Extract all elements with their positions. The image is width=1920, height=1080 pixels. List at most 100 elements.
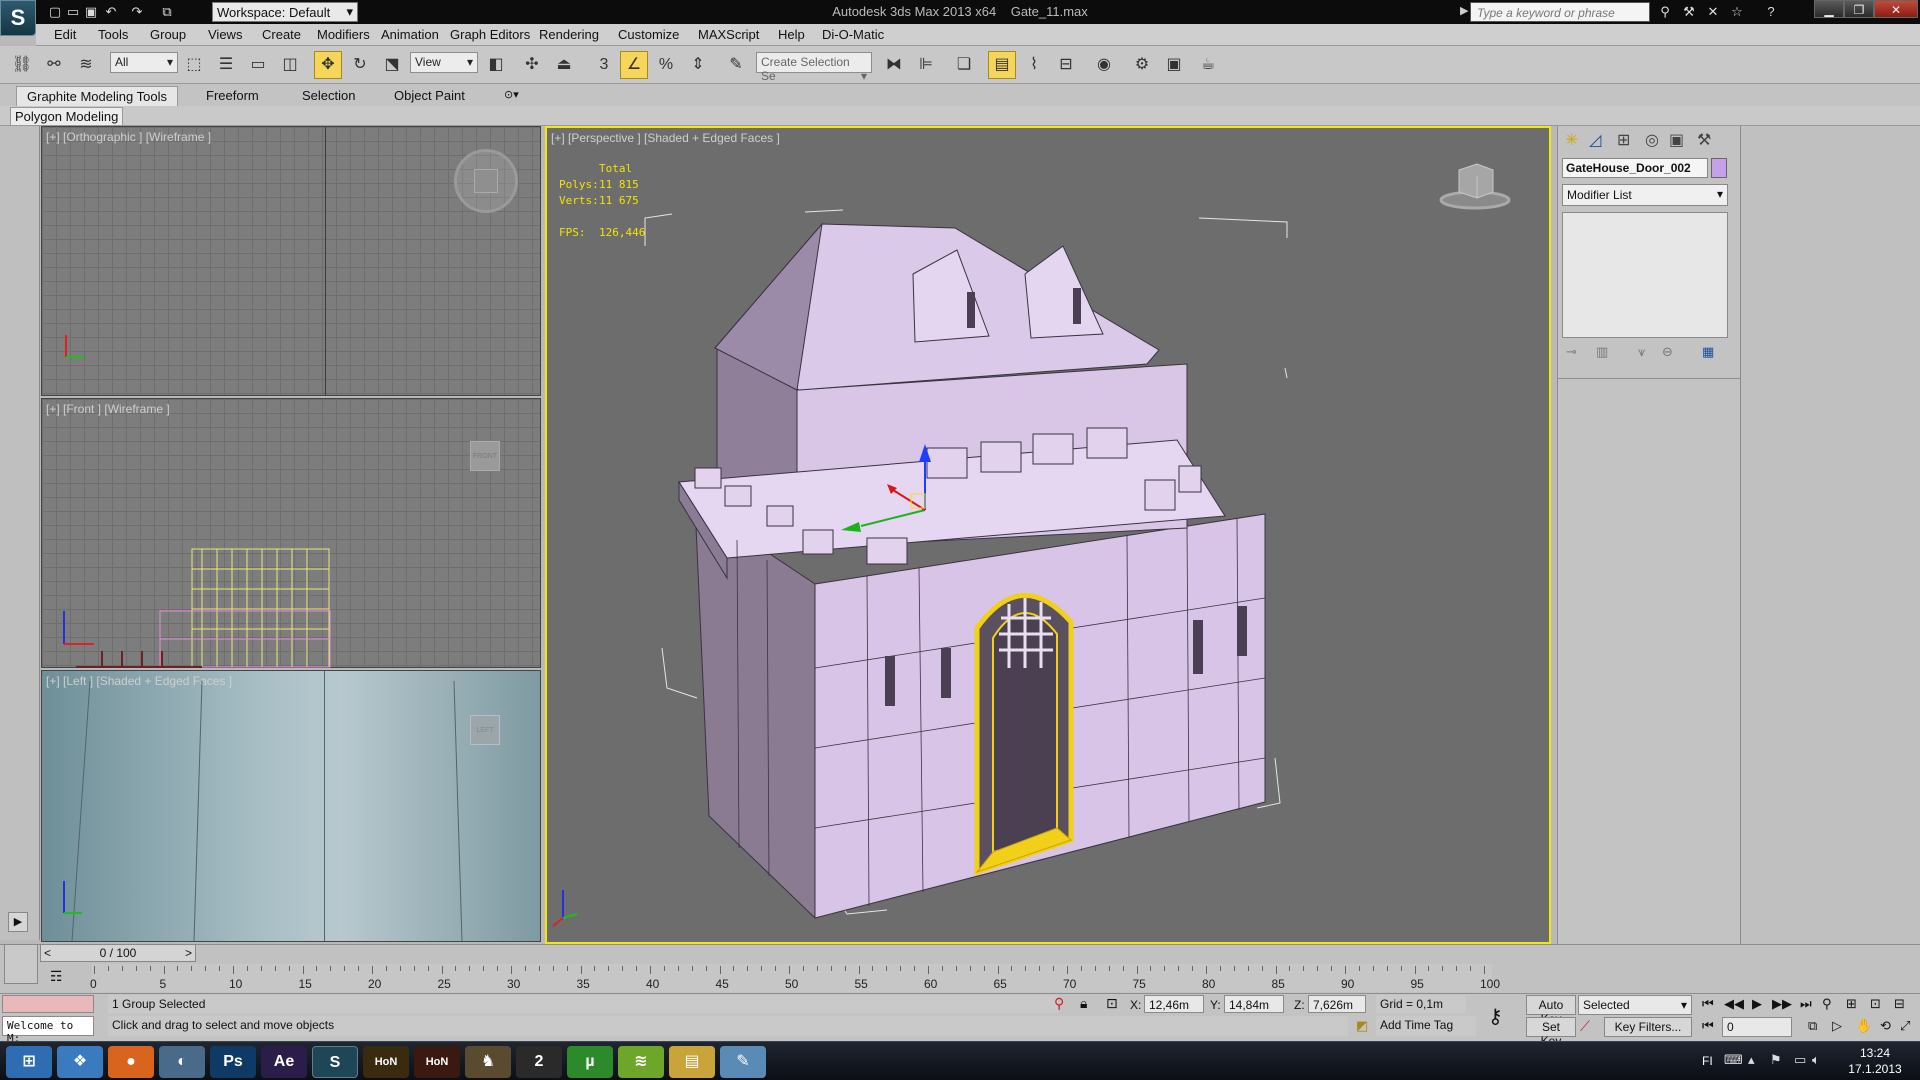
help-icon[interactable]: ? [1762,3,1780,21]
current-frame-field[interactable]: 0 [1722,1017,1792,1037]
snaps-toggle-icon[interactable]: 3 [590,51,618,79]
play-forward-icon[interactable]: ▶ [8,912,28,932]
viewport-perspective[interactable]: [+] [Perspective ] [Shaded + Edged Faces… [545,126,1551,944]
key-mode-dropdown[interactable]: Selected ▾ [1578,995,1692,1015]
key-filters-button[interactable]: Key Filters... [1604,1017,1692,1037]
hon-test-icon[interactable]: HoN [414,1046,460,1078]
material-editor-icon[interactable]: ◉ [1090,51,1118,79]
utilities-tab-icon[interactable]: ⚒ [1697,130,1711,150]
maximize-button[interactable]: ❐ [1844,0,1874,18]
layer-manager-icon[interactable]: ❏ [950,51,978,79]
zoom-all-icon[interactable]: ⊞ [1846,996,1857,1012]
selection-lock-icon[interactable]: 🔒︎ [1080,995,1087,1012]
notepad-icon[interactable]: ✎ [720,1046,766,1078]
viewport-label[interactable]: [+] [Orthographic ] [Wireframe ] [46,130,211,144]
auto-key-button[interactable]: Auto Key [1526,995,1576,1026]
close-button[interactable]: ✕ [1874,0,1918,18]
device-icon[interactable]: ▭ [1794,1052,1806,1068]
zoom-extents-icon[interactable]: ⊡ [1870,996,1881,1012]
tab-selection[interactable]: Selection [292,86,365,106]
object-color-swatch[interactable] [1711,158,1727,178]
edit-named-selection-icon[interactable]: ✎ [722,51,750,79]
communication-icon[interactable]: ✕ [1704,3,1722,21]
create-tab-icon[interactable]: ✳ [1565,130,1578,150]
bind-space-warp-icon[interactable]: ≋ [72,51,100,79]
media-player-icon[interactable]: ◐ [159,1046,205,1078]
object-name-field[interactable]: GateHouse_Door_002 [1562,158,1708,178]
game-character-icon[interactable]: ♞ [465,1046,511,1078]
play-icon[interactable]: ▶ [1752,996,1762,1012]
curve-editor-icon[interactable]: ⌇ [1020,51,1048,79]
isolate-selection-icon[interactable]: ⚲ [1054,995,1064,1012]
rendered-frame-window-icon[interactable]: ▣ [1160,51,1188,79]
minimize-button[interactable]: ▁ [1814,0,1844,18]
search-expand-icon[interactable]: ▶ [1460,4,1468,17]
spotify-icon[interactable]: ≋ [618,1046,664,1078]
go-to-start-icon[interactable]: ⏮ [1702,996,1714,1012]
viewcube-icon[interactable] [454,149,518,213]
menu-create[interactable]: Create [262,27,301,42]
field-of-view-icon[interactable]: ▷ [1832,1018,1842,1034]
modify-tab-icon[interactable]: ◿ [1589,130,1601,150]
modifier-stack[interactable] [1562,212,1728,338]
set-key-icon[interactable]: ⟋ [1580,1018,1590,1035]
window-crossing-icon[interactable]: ◫ [276,51,304,79]
selection-filter-dropdown[interactable]: All ▾ [110,52,178,73]
menu-help[interactable]: Help [778,27,805,42]
select-by-name-icon[interactable]: ☰ [212,51,240,79]
key-mode-icon[interactable]: ⚷ [1488,1004,1503,1029]
z-coordinate-field[interactable]: 7,626m [1308,995,1366,1013]
menu-customize[interactable]: Customize [618,27,679,42]
motion-tab-icon[interactable]: ◎ [1645,130,1659,150]
maxscript-listener-pink[interactable] [2,995,94,1013]
x-coordinate-field[interactable]: 12,46m [1144,995,1204,1013]
photoshop-icon[interactable]: Ps [210,1046,256,1078]
zoom-extents-all-icon[interactable]: ⊟ [1894,996,1905,1012]
unlink-icon[interactable]: ⚯ [40,51,68,79]
select-and-rotate-icon[interactable]: ↻ [346,51,374,79]
tab-object-paint[interactable]: Object Paint [384,86,475,106]
menu-maxscript[interactable]: MAXScript [698,27,759,42]
tab-freeform[interactable]: Freeform [196,86,269,106]
binoculars-icon[interactable]: ⚲ [1656,3,1674,21]
maximize-viewport-icon[interactable]: ⤢ [1900,1018,1910,1034]
save-icon[interactable]: ▣ [82,3,100,21]
3dsmax-taskbar-icon[interactable]: S [312,1046,358,1078]
track-bar[interactable]: 0 5 10 15 20 25 30 35 40 45 50 55 60 65 70 75 80 85 90 95 10… [90,964,1500,992]
undo-icon[interactable]: ↶ [102,3,120,21]
redo-icon[interactable]: ↷ [128,3,146,21]
tab-graphite-modeling-tools[interactable]: Graphite Modeling Tools [16,86,178,106]
viewport-left[interactable]: [+] [Left ] [Shaded + Edged Faces ] LEFT [41,670,541,942]
modifier-list-dropdown[interactable]: Modifier List ▾ [1562,184,1728,206]
search-input[interactable]: Type a keyword or phrase [1470,2,1650,22]
remove-modifier-icon[interactable]: ⊖ [1662,344,1673,360]
absolute-mode-icon[interactable]: ⊡ [1106,995,1118,1012]
schematic-view-icon[interactable]: ⊟ [1052,51,1080,79]
show-end-result-icon[interactable]: ▥ [1596,344,1608,360]
prev-frame-icon[interactable]: < [44,945,51,961]
after-effects-icon[interactable]: Ae [261,1046,307,1078]
keyboard-shortcut-icon[interactable]: ⏏ [550,51,578,79]
menu-edit[interactable]: Edit [54,27,76,42]
hon-icon[interactable]: HoN [363,1046,409,1078]
orbit-icon[interactable]: ⟲ [1880,1018,1891,1034]
percent-snap-icon[interactable]: % [652,51,680,79]
menu-rendering[interactable]: Rendering [539,27,599,42]
favorites-icon[interactable]: ☆ [1728,3,1746,21]
time-slider[interactable]: < 0 / 100 > [40,944,196,962]
firefox-icon[interactable]: ● [108,1046,154,1078]
menu-group[interactable]: Group [150,27,186,42]
project-folder-icon[interactable]: ⧉ [158,3,176,21]
mini-curve-editor-toggle[interactable] [4,944,38,984]
subscription-icon[interactable]: ⚒ [1680,3,1698,21]
angle-snap-icon[interactable]: ∠ [620,51,648,79]
pivot-center-icon[interactable]: ◧ [482,51,510,79]
menu-views[interactable]: Views [208,27,242,42]
next-frame-icon[interactable]: > [185,945,192,961]
select-and-scale-icon[interactable]: ⬔ [378,51,406,79]
show-hidden-icons-icon[interactable]: ▴ [1748,1052,1755,1068]
gw2-icon[interactable]: 2 [516,1046,562,1078]
volume-icon[interactable]: 🔈︎ [1812,1052,1820,1068]
graphite-ribbon-toggle-icon[interactable]: ▤ [988,51,1016,79]
make-unique-icon[interactable]: ⩛ [1638,344,1645,360]
